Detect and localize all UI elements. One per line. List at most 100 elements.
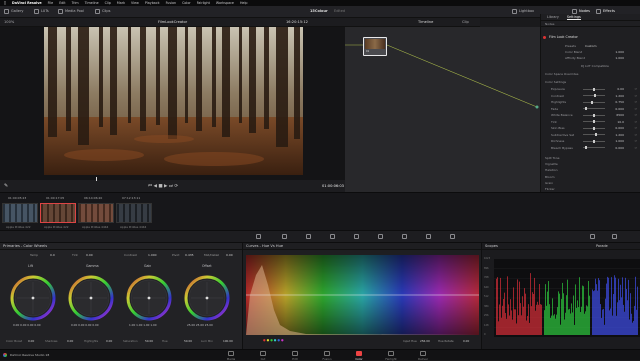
nodes-label[interactable]: Nodes bbox=[579, 9, 590, 13]
primaries-bottom-value[interactable]: 50.00 bbox=[184, 339, 192, 343]
slider-handle[interactable] bbox=[593, 120, 595, 123]
tab-library[interactable]: Library bbox=[547, 15, 559, 19]
reset-icon[interactable]: ↺ bbox=[634, 87, 637, 91]
reset-icon[interactable]: ↺ bbox=[634, 113, 637, 117]
middetail-value[interactable]: 0.00 bbox=[226, 253, 233, 257]
menu-item-clip[interactable]: Clip bbox=[105, 1, 111, 5]
slider-handle[interactable] bbox=[585, 107, 587, 110]
menu-item-help[interactable]: Help bbox=[240, 1, 248, 5]
menu-item-file[interactable]: File bbox=[48, 1, 54, 5]
effect-param-value[interactable]: 1.000 bbox=[615, 50, 624, 54]
color-param-value[interactable]: 1.200 bbox=[615, 133, 624, 137]
section-collapsed[interactable]: Grain bbox=[545, 181, 553, 185]
color-wheel-gain[interactable] bbox=[126, 275, 172, 321]
reset-icon[interactable]: ↺ bbox=[634, 133, 637, 137]
tracker-icon[interactable] bbox=[354, 234, 359, 239]
media-pool-icon[interactable] bbox=[58, 9, 63, 14]
wheel-values[interactable]: 1.00 1.00 1.00 1.00 bbox=[129, 323, 157, 327]
slider-handle[interactable] bbox=[593, 87, 595, 91]
clip-thumbnail[interactable] bbox=[40, 203, 76, 223]
contrast-value[interactable]: 1.000 bbox=[148, 253, 157, 257]
reset-icon[interactable]: ↺ bbox=[634, 126, 637, 130]
viewer-timecode[interactable]: 16:20:15:12 bbox=[286, 20, 308, 24]
primaries-bottom-value[interactable]: 0.00 bbox=[106, 339, 112, 343]
tint-value[interactable]: 0.00 bbox=[86, 253, 93, 257]
node-editor[interactable]: 01 bbox=[345, 27, 540, 192]
preset-value[interactable]: Custom bbox=[585, 44, 597, 48]
slider-handle[interactable] bbox=[593, 113, 595, 117]
menu-item-fairlight[interactable]: Fairlight bbox=[197, 1, 210, 5]
menu-item-view[interactable]: View bbox=[131, 1, 139, 5]
color-param-slider[interactable] bbox=[583, 107, 605, 110]
primaries-bottom-value[interactable]: 0.00 bbox=[67, 339, 73, 343]
window-icon[interactable] bbox=[330, 234, 335, 239]
section-collapsed[interactable]: Bloom bbox=[545, 175, 555, 179]
color-param-slider[interactable] bbox=[583, 126, 605, 130]
info-icon[interactable] bbox=[590, 234, 595, 239]
color-param-slider[interactable] bbox=[583, 87, 605, 91]
nodes-search-label[interactable]: Nodes bbox=[545, 22, 554, 26]
reset-icon[interactable]: ↺ bbox=[634, 107, 637, 111]
slider-handle[interactable] bbox=[595, 133, 597, 136]
app-menu[interactable]: DaVinci Resolve bbox=[12, 1, 42, 5]
clip-thumbnail[interactable] bbox=[78, 203, 114, 223]
transport-controls-icon[interactable]: ⏮ ◀ ■ ▶ ⏭ ⟳ bbox=[148, 183, 178, 189]
color-param-value[interactable]: 1.200 bbox=[615, 94, 624, 98]
rgb-mixer-icon[interactable] bbox=[282, 234, 287, 239]
section-collapsed[interactable]: Split Tone bbox=[545, 156, 560, 160]
color-param-slider[interactable] bbox=[583, 113, 605, 117]
hue-rotate-value[interactable]: 0.00 bbox=[463, 339, 469, 343]
lightbox-icon[interactable] bbox=[512, 9, 517, 14]
color-param-value[interactable]: 0.00 bbox=[617, 87, 624, 91]
wheel-values[interactable]: 0.00 0.00 0.00 0.00 bbox=[71, 323, 99, 327]
pen-tool-icon[interactable]: ✎ bbox=[4, 183, 8, 189]
curve-color-dots[interactable]: ● ● ● ● ● ● bbox=[263, 338, 284, 342]
lightbox-label[interactable]: Lightbox bbox=[519, 9, 534, 13]
clips-label[interactable]: Clips bbox=[102, 9, 110, 13]
clip-thumbnail[interactable] bbox=[116, 203, 152, 223]
section-color-settings[interactable]: Color Settings bbox=[545, 80, 566, 84]
color-wheels-palette-icon[interactable] bbox=[256, 234, 261, 239]
color-param-slider[interactable] bbox=[583, 120, 605, 123]
section-collapsed[interactable]: Vignette bbox=[545, 162, 558, 166]
sizing-icon[interactable] bbox=[426, 234, 431, 239]
slider-handle[interactable] bbox=[593, 126, 595, 130]
menu-item-trim[interactable]: Trim bbox=[72, 1, 79, 5]
gallery-label[interactable]: Gallery bbox=[11, 9, 23, 13]
clip-thumbnail[interactable] bbox=[2, 203, 38, 223]
zoom-level[interactable]: 100% bbox=[4, 20, 14, 24]
menu-item-workspace[interactable]: Workspace bbox=[216, 1, 234, 5]
section-collapsed[interactable]: Halation bbox=[545, 168, 558, 172]
primaries-bottom-value[interactable]: 100.00 bbox=[223, 339, 233, 343]
color-param-value[interactable]: 0.000 bbox=[615, 126, 624, 130]
clip-selector[interactable]: Clip bbox=[462, 20, 469, 24]
color-param-slider[interactable] bbox=[583, 100, 605, 104]
section-collapsed[interactable]: Flicker bbox=[545, 187, 555, 191]
color-wheel-gamma[interactable] bbox=[68, 275, 114, 321]
color-param-slider[interactable] bbox=[583, 94, 605, 97]
media-pool-label[interactable]: Media Pool bbox=[65, 9, 84, 13]
section-color-space[interactable]: Color Space Overrides bbox=[545, 72, 578, 76]
color-param-slider[interactable] bbox=[583, 139, 605, 143]
reset-icon[interactable]: ↺ bbox=[634, 94, 637, 98]
reset-icon[interactable]: ↺ bbox=[634, 146, 637, 150]
color-param-slider[interactable] bbox=[583, 146, 605, 149]
menu-item-fusion[interactable]: Fusion bbox=[166, 1, 177, 5]
effects-label[interactable]: Effects bbox=[603, 9, 615, 13]
input-hue-value[interactable]: 256.00 bbox=[420, 339, 430, 343]
color-param-slider[interactable] bbox=[583, 133, 605, 136]
menu-item-timeline[interactable]: Timeline bbox=[85, 1, 99, 5]
color-wheel-lift[interactable] bbox=[10, 275, 56, 321]
tab-settings[interactable]: Settings bbox=[566, 15, 581, 20]
luts-icon[interactable] bbox=[34, 9, 39, 14]
wheel-values[interactable]: 0.00 0.00 0.00 0.00 bbox=[13, 323, 41, 327]
scope-mode[interactable]: Parade bbox=[596, 244, 608, 248]
reset-icon[interactable]: ↺ bbox=[634, 120, 637, 124]
color-param-value[interactable]: 1.000 bbox=[615, 139, 624, 143]
color-param-value[interactable]: 6500 bbox=[616, 113, 624, 117]
pivot-value[interactable]: 0.435 bbox=[185, 253, 194, 257]
color-param-value[interactable]: 0.750 bbox=[615, 100, 624, 104]
reset-icon[interactable]: ↺ bbox=[634, 139, 637, 143]
apple-icon[interactable]:  bbox=[4, 1, 6, 5]
menu-item-playback[interactable]: Playback bbox=[145, 1, 160, 5]
